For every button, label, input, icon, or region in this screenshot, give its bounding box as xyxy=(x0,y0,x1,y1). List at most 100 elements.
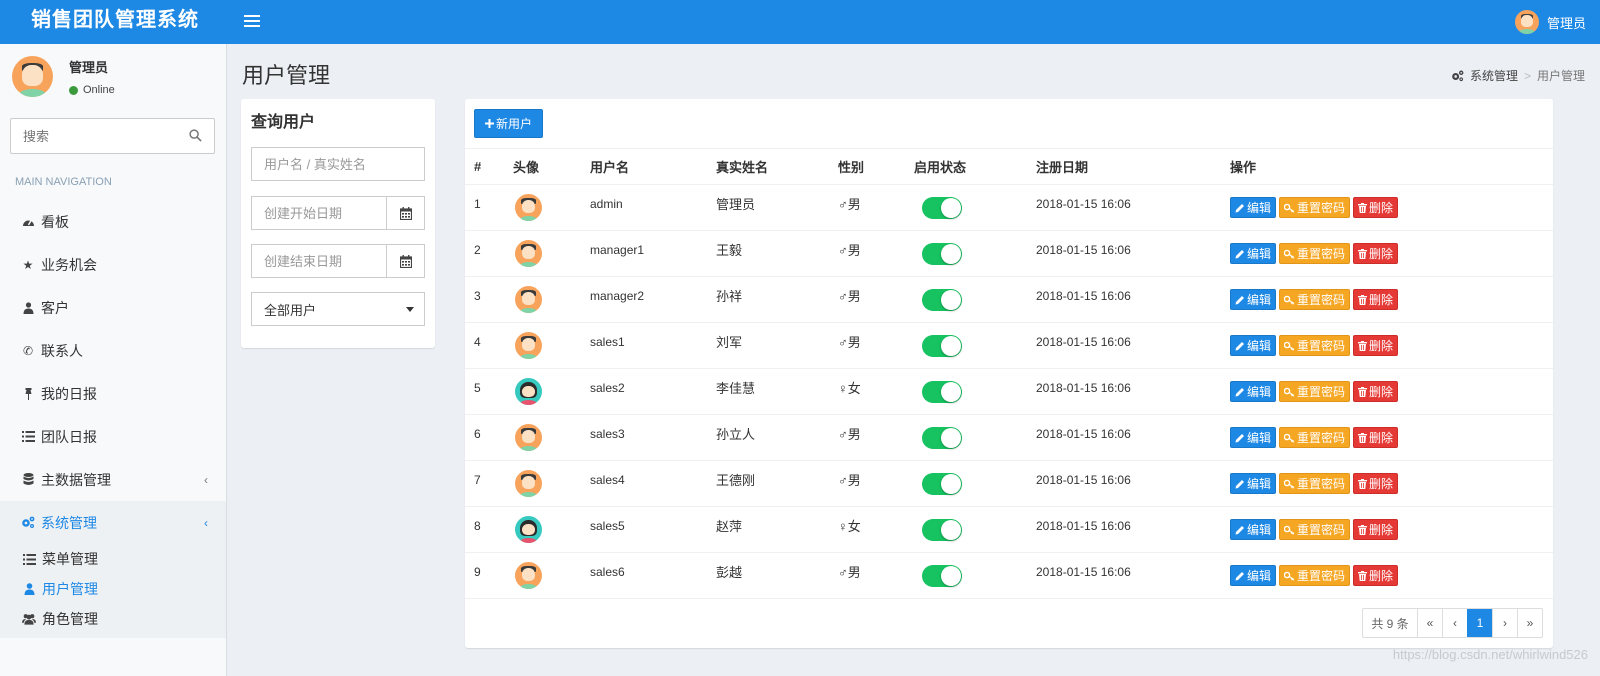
search-icon[interactable] xyxy=(189,129,202,142)
app-brand[interactable]: 销售团队管理系统 xyxy=(0,0,230,44)
sidebar-item-customers[interactable]: 客户 xyxy=(0,286,226,329)
delete-button[interactable]: 删除 xyxy=(1353,289,1399,310)
sidebar-item-system-management[interactable]: 系统管理 ‹ xyxy=(0,501,226,544)
delete-button[interactable]: 删除 xyxy=(1353,565,1399,586)
delete-button[interactable]: 删除 xyxy=(1353,519,1399,540)
enabled-toggle[interactable] xyxy=(922,196,962,219)
status-cell xyxy=(914,230,1036,277)
sidebar-item-role-management[interactable]: 角色管理 xyxy=(0,604,226,634)
enabled-toggle[interactable] xyxy=(922,242,962,265)
reset-password-button[interactable]: 重置密码 xyxy=(1279,335,1351,356)
table-row: 8 sales5 赵萍 ♀女 2018-01-15 16:06 编辑 重置密码 删除 xyxy=(465,506,1553,553)
end-date-input[interactable] xyxy=(252,245,387,277)
cogs-icon xyxy=(21,516,35,530)
sidebar-search-input[interactable] xyxy=(11,119,171,153)
database-icon xyxy=(21,473,35,487)
page-last-button[interactable]: » xyxy=(1517,609,1542,637)
edit-button[interactable]: 编辑 xyxy=(1230,381,1277,402)
enabled-toggle[interactable] xyxy=(922,288,962,311)
table-row: 4 sales1 刘军 ♂男 2018-01-15 16:06 编辑 重置密码 删除 xyxy=(465,322,1553,369)
top-navbar: 销售团队管理系统 管理员 xyxy=(0,0,1600,44)
sidebar-item-my-daily-report[interactable]: 我的日报 xyxy=(0,372,226,415)
sidebar-item-dashboard[interactable]: 看板 xyxy=(0,200,226,243)
edit-button[interactable]: 编辑 xyxy=(1230,427,1277,448)
phone-icon: ✆ xyxy=(22,343,34,358)
user-tie-icon xyxy=(21,301,35,315)
realname-cell: 李佳慧 xyxy=(716,368,838,415)
delete-button[interactable]: 删除 xyxy=(1353,427,1399,448)
trash-icon xyxy=(1358,432,1368,443)
calendar-icon[interactable] xyxy=(386,245,424,277)
key-icon xyxy=(1284,295,1295,305)
reset-password-button[interactable]: 重置密码 xyxy=(1279,519,1351,540)
sidebar-item-opportunities[interactable]: ★ 业务机会 xyxy=(0,243,226,286)
user-menu[interactable]: 管理员 xyxy=(1514,9,1586,35)
enabled-toggle[interactable] xyxy=(922,564,962,587)
reset-password-button[interactable]: 重置密码 xyxy=(1279,381,1351,402)
reset-password-button[interactable]: 重置密码 xyxy=(1279,289,1351,310)
edit-button[interactable]: 编辑 xyxy=(1230,289,1277,310)
reset-password-button[interactable]: 重置密码 xyxy=(1279,565,1351,586)
realname-cell: 王德刚 xyxy=(716,460,838,507)
delete-button[interactable]: 删除 xyxy=(1353,335,1399,356)
reset-password-button[interactable]: 重置密码 xyxy=(1279,197,1351,218)
edit-button[interactable]: 编辑 xyxy=(1230,243,1277,264)
username-cell: sales5 xyxy=(590,506,716,553)
sidebar-item-team-daily-report[interactable]: 团队日报 xyxy=(0,415,226,458)
sidebar-item-contacts[interactable]: ✆ 联系人 xyxy=(0,329,226,372)
status-cell xyxy=(914,322,1036,369)
edit-button[interactable]: 编辑 xyxy=(1230,473,1277,494)
pencil-icon xyxy=(1235,433,1244,442)
enabled-toggle[interactable] xyxy=(922,380,962,403)
username-cell: sales1 xyxy=(590,322,716,369)
reset-password-button[interactable]: 重置密码 xyxy=(1279,473,1351,494)
table-header-row: # 头像 用户名 真实姓名 性别 启用状态 注册日期 操作 xyxy=(465,148,1553,185)
pencil-icon xyxy=(1235,571,1244,580)
enabled-toggle[interactable] xyxy=(922,518,962,541)
name-filter-field xyxy=(251,147,425,181)
avatar-cell xyxy=(513,322,590,369)
trash-icon xyxy=(1358,248,1368,259)
online-status: Online xyxy=(69,84,115,96)
avatar-cell xyxy=(513,276,590,323)
add-user-button[interactable]: 新用户 xyxy=(474,109,543,138)
date-cell: 2018-01-15 16:06 xyxy=(1036,322,1230,369)
gender-cell: ♂男 xyxy=(838,322,914,369)
delete-button[interactable]: 删除 xyxy=(1353,243,1399,264)
edit-button[interactable]: 编辑 xyxy=(1230,335,1277,356)
gender-cell: ♂男 xyxy=(838,414,914,461)
edit-button[interactable]: 编辑 xyxy=(1230,197,1277,218)
page-first-button[interactable]: « xyxy=(1417,609,1442,637)
users-icon xyxy=(22,613,36,625)
start-date-input[interactable] xyxy=(252,197,387,229)
delete-button[interactable]: 删除 xyxy=(1353,197,1399,218)
delete-button[interactable]: 删除 xyxy=(1353,473,1399,494)
table-row: 2 manager1 王毅 ♂男 2018-01-15 16:06 编辑 重置密码 删除 xyxy=(465,230,1553,277)
breadcrumb-system-management[interactable]: 系统管理 xyxy=(1470,67,1518,84)
enabled-toggle[interactable] xyxy=(922,426,962,449)
username-cell: sales4 xyxy=(590,460,716,507)
pencil-icon xyxy=(1235,203,1244,212)
page-number-button[interactable]: 1 xyxy=(1467,609,1492,637)
sidebar-toggle-icon[interactable] xyxy=(244,12,260,32)
actions-cell: 编辑 重置密码 删除 xyxy=(1230,506,1553,553)
page-next-button[interactable]: › xyxy=(1492,609,1517,637)
chevron-left-icon: ‹ xyxy=(204,472,208,487)
sidebar-item-user-management[interactable]: 用户管理 xyxy=(0,574,226,604)
edit-button[interactable]: 编辑 xyxy=(1230,519,1277,540)
page-prev-button[interactable]: ‹ xyxy=(1442,609,1467,637)
delete-button[interactable]: 删除 xyxy=(1353,381,1399,402)
sidebar-item-menu-management[interactable]: 菜单管理 xyxy=(0,544,226,574)
row-number: 9 xyxy=(465,552,513,599)
pagination-total: 共 9 条 xyxy=(1371,616,1409,631)
user-filter-select[interactable]: 全部用户 xyxy=(251,292,425,326)
enabled-toggle[interactable] xyxy=(922,334,962,357)
reset-password-button[interactable]: 重置密码 xyxy=(1279,427,1351,448)
username-cell: admin xyxy=(590,184,716,231)
sidebar-item-master-data[interactable]: 主数据管理 ‹ xyxy=(0,458,226,501)
edit-button[interactable]: 编辑 xyxy=(1230,565,1277,586)
calendar-icon[interactable] xyxy=(386,197,424,229)
name-search-input[interactable] xyxy=(252,148,424,180)
enabled-toggle[interactable] xyxy=(922,472,962,495)
reset-password-button[interactable]: 重置密码 xyxy=(1279,243,1351,264)
